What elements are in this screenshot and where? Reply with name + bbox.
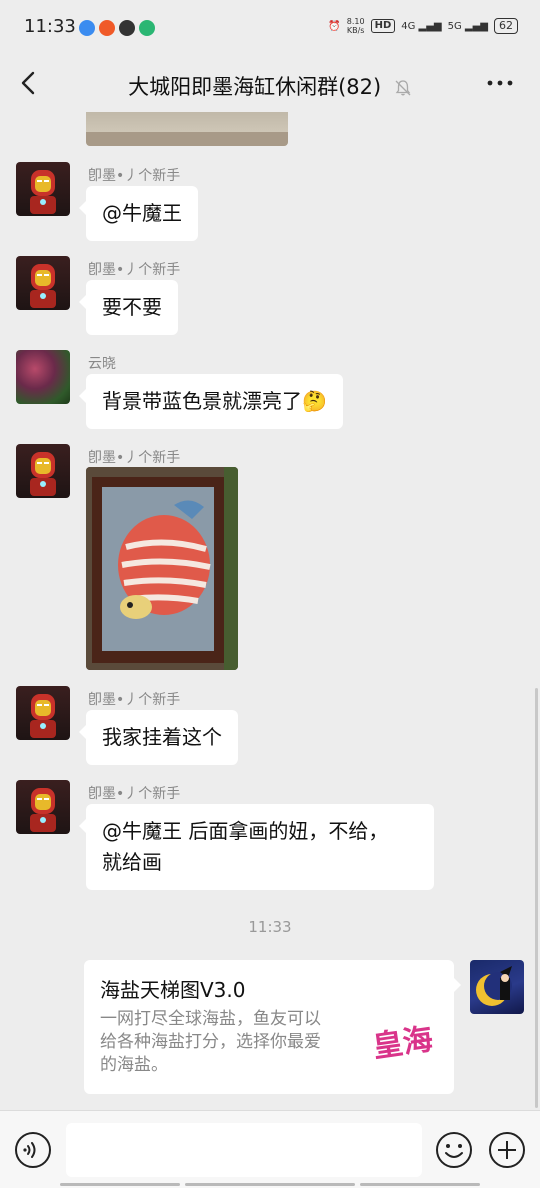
share-card-title: 海盐天梯图V3.0 (100, 978, 246, 1002)
notification-icons (79, 20, 155, 36)
status-bar: 11:33 ⏰ 8.10 KB/s HD 4G ▂▄▆ 5G ▂▄▆ 62 (0, 0, 540, 56)
previous-photo-message[interactable] (86, 112, 288, 146)
ironman-avatar-icon (30, 264, 56, 308)
avatar[interactable] (16, 686, 70, 740)
chat-header: 大城阳即墨海缸休闲群(82) (0, 56, 540, 112)
hd-badge: HD (370, 19, 396, 33)
status-right: ⏰ 8.10 KB/s HD 4G ▂▄▆ 5G ▂▄▆ 62 (328, 17, 518, 35)
share-card-logo: 皇海 (364, 1011, 441, 1076)
ironman-avatar-icon (30, 170, 56, 214)
fish-painting-image (86, 467, 238, 670)
my-avatar[interactable] (470, 960, 524, 1014)
message-bubble[interactable]: 我家挂着这个 (79, 710, 238, 765)
sender-name: 卽墨•丿个新手 (88, 262, 181, 278)
photo-message[interactable] (86, 467, 238, 670)
avatar[interactable] (16, 350, 70, 404)
share-card-desc-line: 给各种海盐打分，选择你最爱 (100, 1032, 321, 1052)
ironman-avatar-icon (30, 452, 56, 496)
battery-icon: 62 (494, 18, 518, 34)
message-text: 我家挂着这个 (102, 725, 222, 749)
share-card-description: 一网打尽全球海盐，鱼友可以 给各种海盐打分，选择你最爱 的海盐。 (100, 1008, 350, 1077)
more-dots-icon[interactable] (486, 72, 514, 94)
sender-name: 卽墨•丿个新手 (88, 450, 181, 466)
bell-muted-icon (395, 80, 411, 96)
moon-witch-avatar-icon (476, 966, 512, 1006)
weibo-icon (99, 20, 115, 36)
alarm-icon: ⏰ (328, 20, 341, 32)
avatar[interactable] (16, 780, 70, 834)
nav-indicator (360, 1183, 480, 1186)
avatar[interactable] (16, 162, 70, 216)
app-notification-icon (79, 20, 95, 36)
message-text: 要不要 (102, 295, 162, 319)
input-bar (0, 1110, 540, 1188)
emoji-icon[interactable] (435, 1131, 473, 1169)
net1-label: 4G (401, 20, 416, 32)
message-text: @牛魔王 (102, 201, 182, 225)
voice-icon[interactable] (14, 1131, 52, 1169)
message-text: 背景带蓝色景就漂亮了🤔 (102, 389, 327, 413)
sender-name: 卽墨•丿个新手 (88, 692, 181, 708)
sender-name: 云晓 (88, 356, 116, 372)
sender-name: 卽墨•丿个新手 (88, 168, 181, 184)
signal-4g: 4G ▂▄▆ (401, 20, 442, 32)
sender-name: 卽墨•丿个新手 (88, 786, 181, 802)
message-list[interactable]: 卽墨•丿个新手 @牛魔王 卽墨•丿个新手 要不要 云晓 背景带蓝色景就漂亮了🤔 … (0, 112, 540, 1110)
net2-label: 5G (447, 20, 462, 32)
nav-indicator (185, 1183, 355, 1186)
chat-title-wrap: 大城阳即墨海缸休闲群(82) (0, 71, 540, 101)
avatar[interactable] (16, 444, 70, 498)
avatar[interactable] (16, 256, 70, 310)
speed-unit: KB/s (346, 26, 365, 35)
message-input[interactable] (66, 1123, 422, 1177)
share-card-desc-line: 的海盐。 (100, 1055, 168, 1075)
chat-title: 大城阳即墨海缸休闲群(82) (128, 75, 382, 99)
signal-5g: 5G ▂▄▆ (447, 20, 488, 32)
net-speed: 8.10 KB/s (347, 17, 365, 35)
share-card-message[interactable]: 海盐天梯图V3.0 一网打尽全球海盐，鱼友可以 给各种海盐打分，选择你最爱 的海… (84, 960, 461, 1094)
status-time: 11:33 (24, 16, 76, 37)
compass-icon (119, 20, 135, 36)
message-text-line: 就给画 (102, 850, 162, 874)
nav-indicator (60, 1183, 180, 1186)
share-card-desc-line: 一网打尽全球海盐，鱼友可以 (100, 1009, 321, 1029)
message-text-line: @牛魔王 后面拿画的妞，不给， (102, 819, 389, 843)
speed-value: 8.10 (346, 17, 365, 26)
ironman-avatar-icon (30, 788, 56, 832)
plus-icon[interactable] (488, 1131, 526, 1169)
ironman-avatar-icon (30, 694, 56, 738)
video-app-icon (139, 20, 155, 36)
message-timestamp: 11:33 (248, 918, 292, 936)
message-bubble[interactable]: @牛魔王 (79, 186, 198, 241)
message-bubble[interactable]: 要不要 (79, 280, 178, 335)
share-card-logo-text: 皇海 (370, 1022, 436, 1066)
message-bubble[interactable]: @牛魔王 后面拿画的妞，不给， 就给画 (79, 804, 434, 890)
scrollbar[interactable] (535, 688, 538, 1108)
message-bubble[interactable]: 背景带蓝色景就漂亮了🤔 (79, 374, 343, 429)
